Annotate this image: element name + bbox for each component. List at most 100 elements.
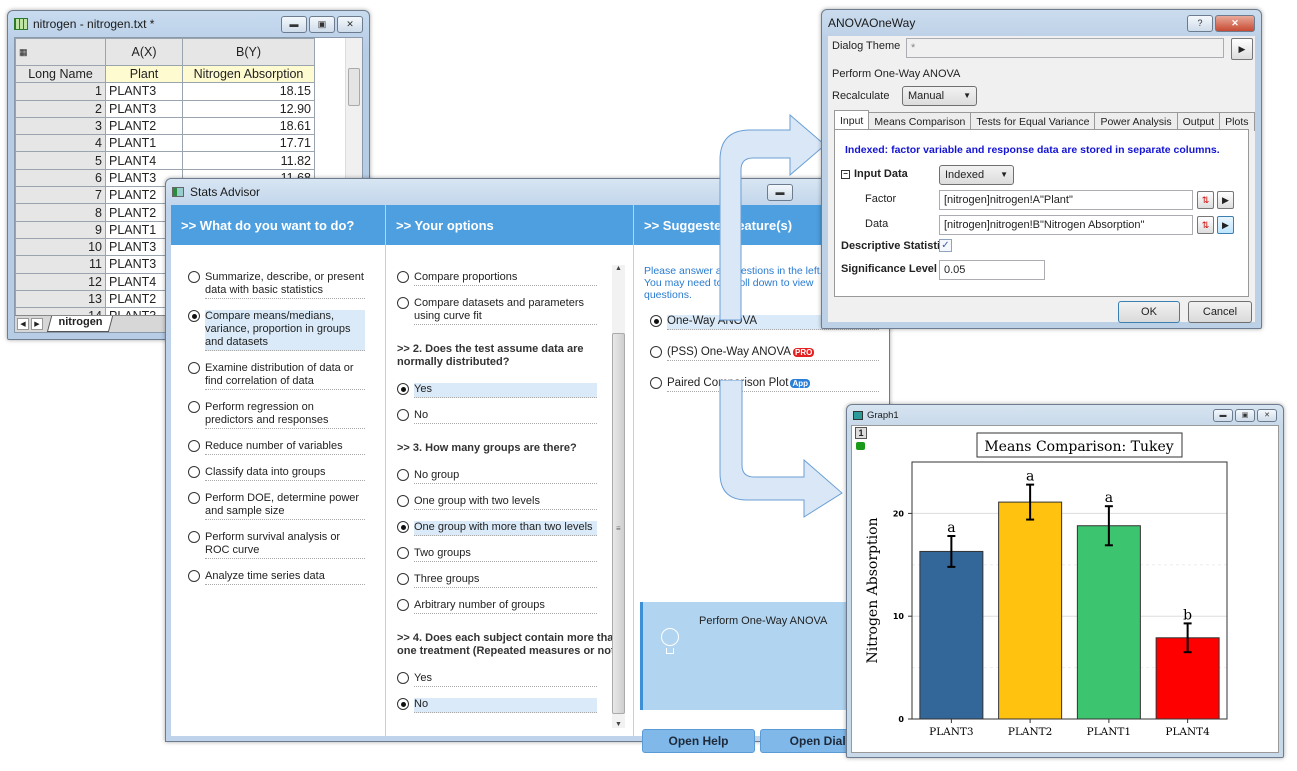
task-option[interactable]: Reduce number of variables (188, 440, 365, 455)
radio-button[interactable] (188, 440, 200, 452)
column-header-b[interactable]: B(Y) (182, 38, 315, 66)
radio-button[interactable] (397, 521, 409, 533)
table-row[interactable]: 4 PLANT1 17.71 (15, 134, 315, 153)
open-help-button[interactable]: Open Help (642, 729, 755, 753)
radio-button[interactable] (397, 573, 409, 585)
radio-button[interactable] (188, 401, 200, 413)
row-number[interactable]: 6 (15, 168, 106, 188)
sheet-tab[interactable]: nitrogen (46, 316, 114, 332)
table-row[interactable]: 5 PLANT4 11.82 (15, 151, 315, 170)
data-menu-button[interactable]: ▶ (1217, 216, 1234, 234)
value-cell[interactable]: 18.15 (182, 82, 315, 101)
repeated-option[interactable]: Yes (397, 672, 597, 687)
column-browser-icon[interactable]: ⇅ (1197, 191, 1214, 209)
plant-cell[interactable]: PLANT3 (105, 82, 183, 101)
task-option[interactable]: Perform survival analysis or ROC curve (188, 531, 365, 559)
theme-menu-button[interactable]: ▶ (1231, 38, 1253, 60)
radio-button[interactable] (188, 531, 200, 543)
sort-icon[interactable]: ▦ (15, 38, 106, 66)
normality-option[interactable]: No (397, 409, 597, 424)
descriptive-stats-checkbox[interactable]: ✓ (939, 239, 952, 252)
row-number[interactable]: 12 (15, 272, 106, 291)
groups-option[interactable]: Arbitrary number of groups (397, 599, 597, 614)
groups-option[interactable]: One group with more than two levels (397, 521, 597, 536)
tab-input[interactable]: Input (834, 110, 870, 131)
table-row[interactable]: 2 PLANT3 12.90 (15, 99, 315, 118)
close-button[interactable]: ✕ (1257, 408, 1277, 422)
minimize-button[interactable]: ▬ (1213, 408, 1233, 422)
plant-cell[interactable]: PLANT3 (105, 99, 183, 118)
feature-option[interactable]: (PSS) One-Way ANOVA PRO (650, 346, 879, 361)
value-cell[interactable]: 12.90 (182, 99, 315, 118)
radio-button[interactable] (650, 377, 662, 389)
row-number[interactable]: 13 (15, 289, 106, 309)
collapse-icon[interactable]: − (841, 169, 850, 179)
row-number[interactable]: 3 (15, 116, 106, 136)
radio-button[interactable] (397, 547, 409, 559)
normality-option[interactable]: Yes (397, 383, 597, 398)
input-data-dropdown[interactable]: Indexed (939, 165, 1014, 185)
significance-input[interactable]: 0.05 (939, 260, 1045, 280)
table-row[interactable]: 3 PLANT2 18.61 (15, 116, 315, 136)
radio-button[interactable] (650, 315, 662, 327)
radio-button[interactable] (397, 469, 409, 481)
row-number[interactable]: 11 (15, 255, 106, 274)
table-row[interactable]: 1 PLANT3 18.15 (15, 82, 315, 101)
column-browser-icon[interactable]: ⇅ (1197, 216, 1214, 234)
groups-option[interactable]: Three groups (397, 573, 597, 588)
task-option[interactable]: Compare means/medians, variance, proport… (188, 310, 365, 351)
dialog-theme-field[interactable]: * (906, 38, 1224, 58)
task-option[interactable]: Examine distribution of data or find cor… (188, 362, 365, 390)
long-name-b[interactable]: Nitrogen Absorption (182, 64, 315, 84)
value-cell[interactable]: 17.71 (182, 134, 315, 153)
compare-option[interactable]: Compare datasets and parameters using cu… (397, 297, 597, 325)
task-option[interactable]: Perform DOE, determine power and sample … (188, 492, 365, 520)
row-number[interactable]: 7 (15, 186, 106, 205)
data-input[interactable]: [nitrogen]nitrogen!B"Nitrogen Absorption… (939, 215, 1193, 235)
radio-button[interactable] (397, 599, 409, 611)
radio-button[interactable] (397, 297, 409, 309)
radio-button[interactable] (397, 409, 409, 421)
groups-option[interactable]: Two groups (397, 547, 597, 562)
value-cell[interactable]: 11.82 (182, 151, 315, 170)
row-number[interactable]: 8 (15, 203, 106, 222)
task-option[interactable]: Analyze time series data (188, 570, 365, 585)
task-option[interactable]: Summarize, describe, or present data wit… (188, 271, 365, 299)
long-name-a[interactable]: Plant (105, 64, 183, 84)
radio-button[interactable] (397, 672, 409, 684)
close-button[interactable]: ✕ (1215, 14, 1255, 32)
column-header-a[interactable]: A(X) (105, 38, 183, 66)
maximize-button[interactable]: ▣ (309, 15, 335, 33)
maximize-button[interactable]: ▣ (1235, 408, 1255, 422)
row-number[interactable]: 10 (15, 237, 106, 257)
plant-cell[interactable]: PLANT2 (105, 116, 183, 136)
radio-button[interactable] (397, 495, 409, 507)
radio-button[interactable] (397, 698, 409, 710)
radio-button[interactable] (188, 310, 200, 322)
next-sheet-button[interactable]: ▶ (31, 318, 43, 330)
minimize-button[interactable]: ▬ (281, 15, 307, 33)
radio-button[interactable] (188, 492, 200, 504)
help-button[interactable]: ? (1187, 14, 1213, 32)
options-scrollbar[interactable]: ▲ ≡ ▼ (612, 265, 625, 728)
row-number[interactable]: 9 (15, 220, 106, 239)
prev-sheet-button[interactable]: ◀ (17, 318, 29, 330)
value-cell[interactable]: 18.61 (182, 116, 315, 136)
row-number[interactable]: 5 (15, 151, 106, 170)
groups-option[interactable]: No group (397, 469, 597, 484)
row-number[interactable]: 4 (15, 134, 106, 153)
radio-button[interactable] (650, 346, 662, 358)
plant-cell[interactable]: PLANT1 (105, 134, 183, 153)
groups-option[interactable]: One group with two levels (397, 495, 597, 510)
radio-button[interactable] (188, 271, 200, 283)
task-option[interactable]: Classify data into groups (188, 466, 365, 481)
compare-option[interactable]: Compare proportions (397, 271, 597, 286)
factor-menu-button[interactable]: ▶ (1217, 191, 1234, 209)
input-data-group[interactable]: − Input Data (841, 168, 908, 180)
factor-input[interactable]: [nitrogen]nitrogen!A"Plant" (939, 190, 1193, 210)
close-button[interactable]: ✕ (337, 15, 363, 33)
repeated-option[interactable]: No (397, 698, 597, 713)
radio-button[interactable] (397, 271, 409, 283)
row-number[interactable]: 2 (15, 99, 106, 118)
radio-button[interactable] (397, 383, 409, 395)
